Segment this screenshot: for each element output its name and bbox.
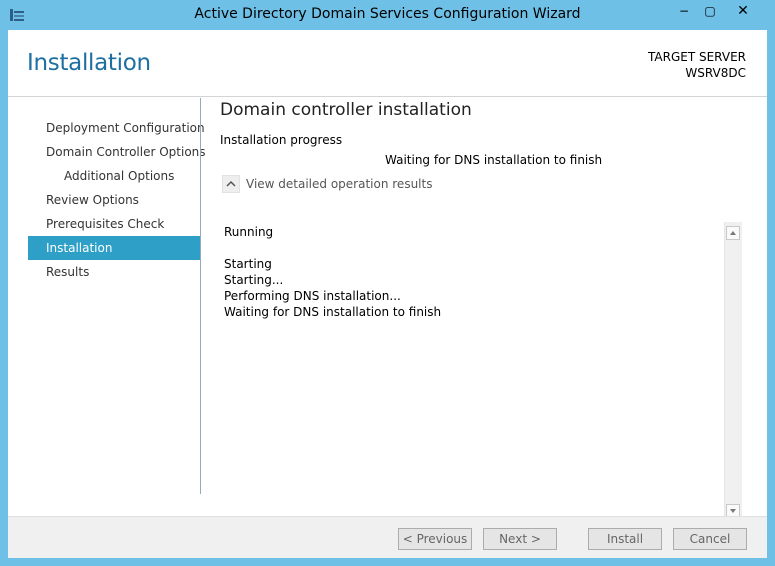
status-text: Waiting for DNS installation to finish — [385, 153, 603, 167]
next-button[interactable]: Next > — [483, 528, 557, 550]
wizard-window: Active Directory Domain Services Configu… — [0, 0, 775, 566]
page-header: Installation TARGET SERVER WSRV8DC — [8, 30, 767, 96]
minimize-button[interactable]: − — [671, 3, 697, 19]
nav-item-review-options[interactable]: Review Options — [28, 188, 200, 212]
progress-label: Installation progress — [220, 133, 343, 147]
vertical-scrollbar[interactable] — [724, 222, 742, 520]
header-divider — [8, 96, 767, 97]
operation-results-textbox[interactable]: Running Starting Starting... Performing … — [220, 222, 744, 522]
close-button[interactable]: ✕ — [730, 3, 756, 19]
title-bar[interactable]: Active Directory Domain Services Configu… — [0, 0, 775, 30]
section-title: Domain controller installation — [220, 100, 472, 120]
result-line: Performing DNS installation... — [224, 289, 401, 303]
nav-item-additional-options[interactable]: Additional Options — [28, 164, 200, 188]
main-panel: Domain controller installation Installat… — [220, 98, 755, 522]
target-server-label: TARGET SERVER — [648, 50, 746, 64]
nav-item-installation[interactable]: Installation — [28, 236, 200, 260]
wizard-client-area: Installation TARGET SERVER WSRV8DC Deplo… — [8, 30, 767, 558]
wizard-footer: < Previous Next > Install Cancel — [8, 516, 767, 558]
result-line: Waiting for DNS installation to finish — [224, 305, 442, 319]
result-line: Running — [224, 225, 274, 239]
view-details-label[interactable]: View detailed operation results — [246, 177, 432, 191]
result-line: Starting... — [224, 273, 284, 287]
nav-item-domain-controller-options[interactable]: Domain Controller Options — [28, 140, 206, 164]
result-line: Starting — [224, 257, 272, 271]
nav-item-results[interactable]: Results — [28, 260, 200, 284]
wizard-nav: Deployment Configuration Domain Controll… — [28, 116, 206, 284]
scroll-up-arrow[interactable] — [726, 226, 740, 240]
nav-divider — [200, 98, 201, 494]
maximize-button[interactable]: ▢ — [697, 3, 723, 19]
nav-item-prerequisites-check[interactable]: Prerequisites Check — [28, 212, 200, 236]
nav-item-deployment-configuration[interactable]: Deployment Configuration — [28, 116, 205, 140]
target-server-name: WSRV8DC — [685, 66, 746, 80]
cancel-button[interactable]: Cancel — [673, 528, 747, 550]
install-button[interactable]: Install — [588, 528, 662, 550]
window-title: Active Directory Domain Services Configu… — [194, 6, 581, 22]
previous-button[interactable]: < Previous — [398, 528, 472, 550]
page-title: Installation — [27, 50, 151, 76]
chevron-up-icon[interactable] — [222, 175, 240, 193]
